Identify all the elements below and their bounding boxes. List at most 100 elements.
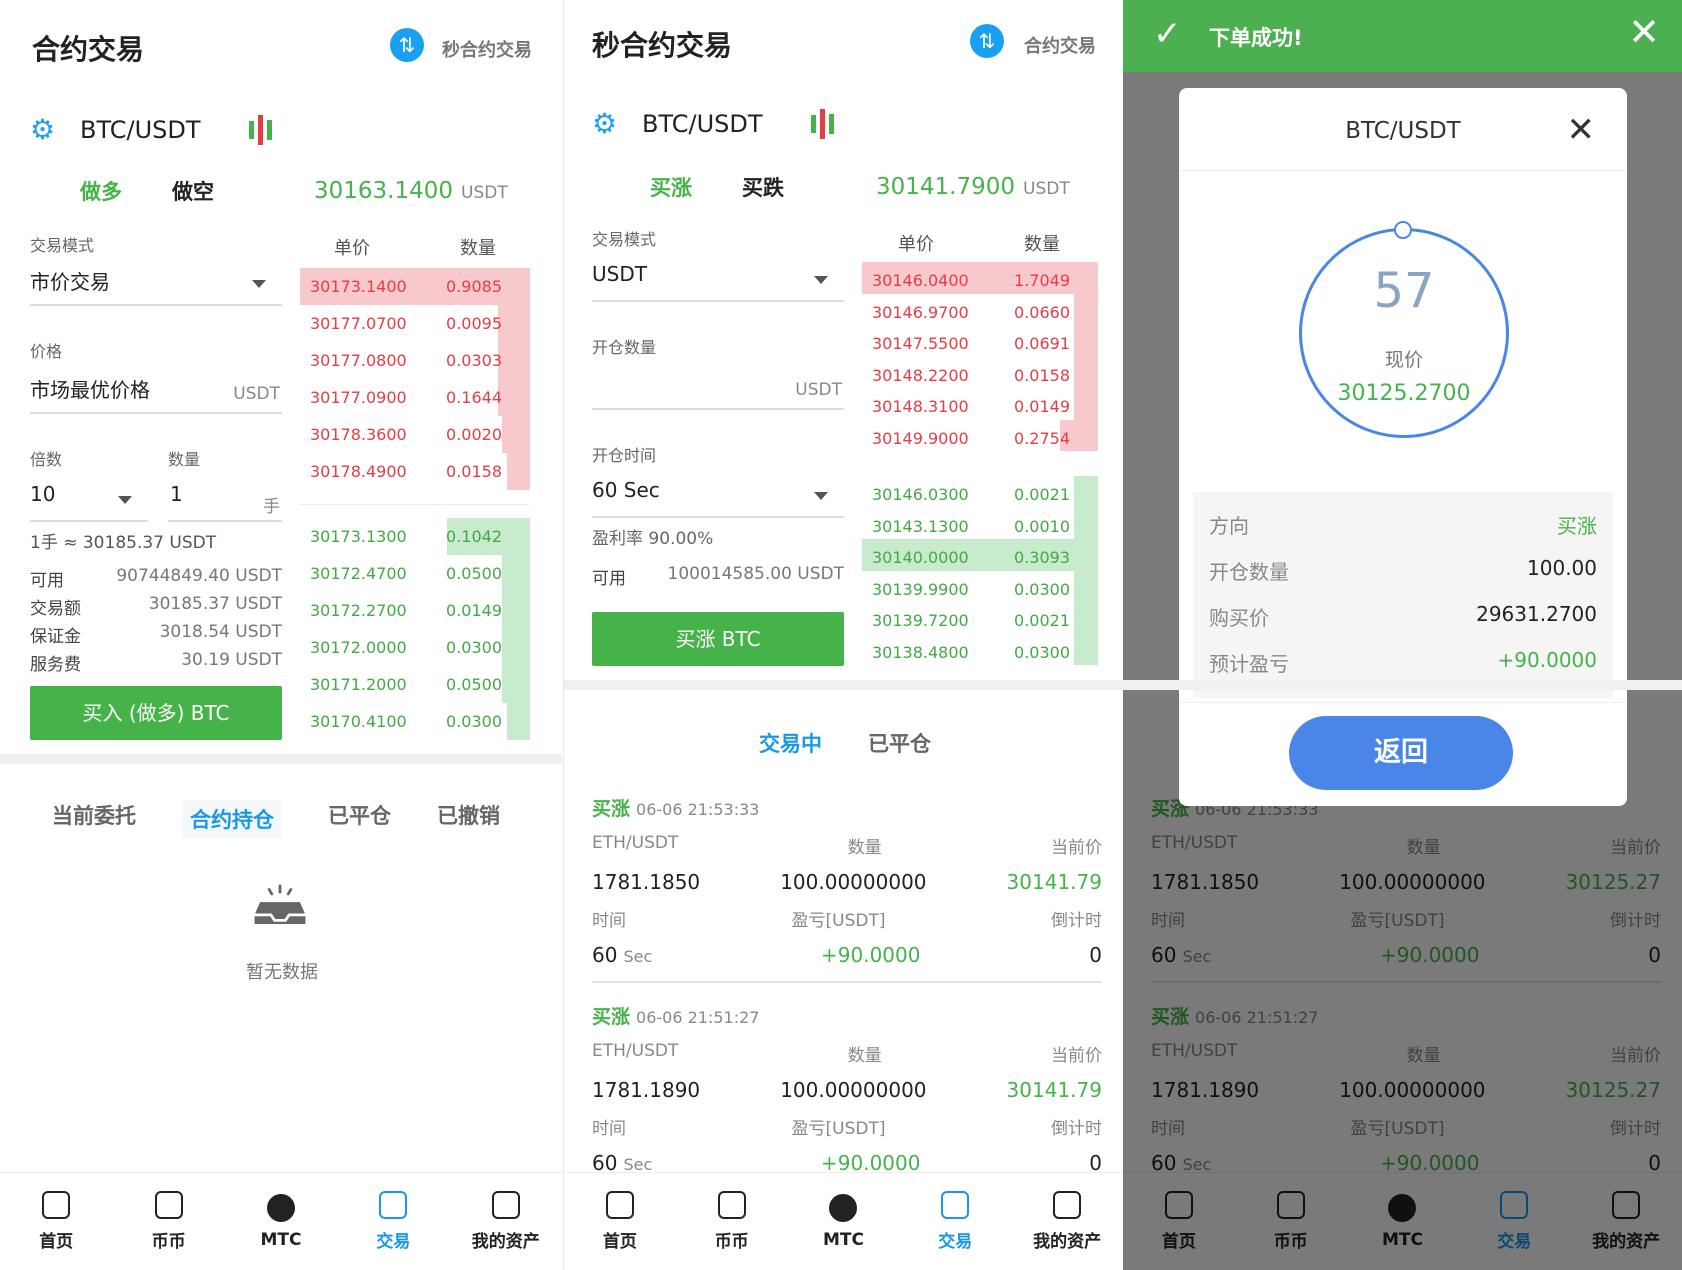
orderbook-row[interactable]: 30148.3100 0.0149 xyxy=(862,388,1098,420)
current-price: 30163.1400 USDT xyxy=(314,178,508,204)
orderbook-row[interactable]: 30170.4100 0.0300 xyxy=(300,703,530,740)
open-qty-unit: USDT xyxy=(795,380,842,400)
second-contract-screen: 秒合约交易 ⇅ 合约交易 ⚙ BTC/USDT 买涨 买跌 30141.7900… xyxy=(563,0,1123,1270)
tab-buy-down[interactable]: 买跌 xyxy=(742,172,784,202)
orderbook-row[interactable]: 30177.0800 0.0303 xyxy=(300,342,530,379)
order-price: 30143.1300 xyxy=(872,516,969,536)
swap-icon[interactable]: ⇅ xyxy=(390,28,424,62)
buy-up-button[interactable]: 买涨 BTC xyxy=(592,612,844,666)
orderbook-row[interactable]: 30139.9900 0.0300 xyxy=(862,570,1098,602)
pair-selector[interactable]: ⚙ BTC/USDT xyxy=(30,110,272,150)
order-header: 买涨 06-06 21:51:27 xyxy=(592,1002,1102,1029)
order-qty: 100.00000000 xyxy=(780,870,927,894)
price-value: 30163.1400 xyxy=(314,178,454,204)
mode-select[interactable]: 市价交易 xyxy=(30,266,282,306)
price-field[interactable]: 市场最优价格 USDT xyxy=(30,374,282,414)
gear-icon[interactable]: ⚙ xyxy=(592,109,622,139)
pair-name: BTC/USDT xyxy=(642,110,763,138)
nav-trade-label: 交易 xyxy=(938,1232,973,1252)
nav-home[interactable]: 首页 xyxy=(570,1191,670,1252)
order-card[interactable]: 买涨 06-06 21:53:33 ETH/USDT 数量 当前价 1781.1850 10… xyxy=(592,794,1102,983)
orderbook-row[interactable]: 30177.0700 0.0095 xyxy=(300,305,530,342)
orderbook-row[interactable]: 30172.2700 0.0149 xyxy=(300,592,530,629)
swap-icon[interactable]: ⇅ xyxy=(970,24,1004,58)
quantity-label: 数量 xyxy=(168,450,201,469)
tab-buy-up[interactable]: 买涨 xyxy=(650,172,692,202)
orderbook-row[interactable]: 30172.0000 0.0300 xyxy=(300,629,530,666)
depth-bar xyxy=(1074,388,1098,420)
orderbook-row[interactable]: 30143.1300 0.0010 xyxy=(862,507,1098,539)
orderbook-row[interactable]: 30173.1400 0.9085 xyxy=(300,268,530,305)
tab-short[interactable]: 做空 xyxy=(172,176,214,206)
open-qty-field[interactable]: USDT xyxy=(592,370,844,410)
orderbook-row[interactable]: 30146.0400 1.7049 xyxy=(862,262,1098,294)
order-price: 30172.4700 xyxy=(310,564,407,583)
tab-1[interactable]: 已平仓 xyxy=(868,728,931,758)
header: 秒合约交易 ⇅ 合约交易 xyxy=(564,0,1123,90)
nav-coin[interactable]: 币币 xyxy=(119,1191,219,1252)
orderbook-row[interactable]: 30171.2000 0.0500 xyxy=(300,666,530,703)
orderbook-row[interactable]: 30147.5500 0.0691 xyxy=(862,325,1098,357)
nav-home-label: 首页 xyxy=(602,1232,637,1252)
orderbook-row[interactable]: 30173.1300 0.1042 xyxy=(300,518,530,555)
order-qty: 0.3093 xyxy=(1014,548,1070,567)
orderbook-row[interactable]: 30172.4700 0.0500 xyxy=(300,555,530,592)
pl-header: 盈亏[USDT] xyxy=(791,1119,886,1139)
order-qty: 0.0158 xyxy=(1014,365,1070,385)
orderbook-row[interactable]: 30178.4900 0.0158 xyxy=(300,453,530,490)
open-time-select[interactable]: 60 Sec xyxy=(592,478,844,518)
close-icon[interactable]: ✕ xyxy=(1628,10,1660,54)
gear-icon[interactable]: ⚙ xyxy=(30,115,60,145)
order-price: 30177.0700 xyxy=(310,314,407,333)
quantity-field[interactable]: 1手 xyxy=(168,482,282,522)
tab-0[interactable]: 交易中 xyxy=(759,728,822,758)
orderbook-row[interactable]: 30146.0300 0.0021 xyxy=(862,476,1098,508)
tab-long[interactable]: 做多 xyxy=(80,176,122,206)
orderbook-row[interactable]: 30139.7200 0.0021 xyxy=(862,602,1098,634)
buy-long-button[interactable]: 买入 (做多) BTC xyxy=(30,686,282,740)
tab-1[interactable]: 合约持仓 xyxy=(182,800,282,838)
wallet-icon xyxy=(1053,1191,1082,1219)
tab-2[interactable]: 已平仓 xyxy=(328,800,391,838)
orderbook-row[interactable]: 30148.2200 0.0158 xyxy=(862,356,1098,388)
orderbook-row[interactable]: 30149.9000 0.2754 xyxy=(862,419,1098,451)
nav-mtc[interactable]: MTC xyxy=(793,1193,893,1250)
pair-selector[interactable]: ⚙ BTC/USDT xyxy=(592,104,834,144)
tab-3[interactable]: 已撤销 xyxy=(437,800,500,838)
toast-text: 下单成功! xyxy=(1209,26,1303,50)
price-label: 价格 xyxy=(30,342,63,361)
orderbook-row[interactable]: 30140.0000 0.3093 xyxy=(862,539,1098,571)
nav-assets[interactable]: 我的资产 xyxy=(1017,1191,1117,1252)
nav-assets[interactable]: 我的资产 xyxy=(456,1191,556,1252)
orderbook-row[interactable]: 30138.4800 0.0300 xyxy=(862,633,1098,665)
back-button[interactable]: 返回 xyxy=(1289,716,1513,790)
mode-select[interactable]: USDT xyxy=(592,262,844,302)
nav-trade[interactable]: 交易 xyxy=(905,1191,1005,1252)
tab-0[interactable]: 当前委托 xyxy=(52,800,136,838)
nav-mtc[interactable]: MTC xyxy=(231,1193,331,1250)
kline-icon[interactable] xyxy=(810,109,834,139)
close-icon[interactable]: ✕ xyxy=(1567,110,1596,150)
summary-label: 保证金 xyxy=(30,627,81,647)
section-divider xyxy=(564,680,1123,690)
wallet-icon xyxy=(491,1191,520,1219)
multiplier-select[interactable]: 10 xyxy=(30,482,148,522)
order-qty: 0.0300 xyxy=(1014,579,1070,599)
orderbook-row[interactable]: 30178.3600 0.0020 xyxy=(300,416,530,453)
order-qty: 0.0095 xyxy=(446,314,502,333)
nav-trade[interactable]: 交易 xyxy=(343,1191,443,1252)
buy-orderbook: 30146.0300 0.0021 30143.1300 0.0010 30140.00… xyxy=(862,476,1098,665)
contract-link[interactable]: 合约交易 xyxy=(1024,32,1096,58)
orderbook-row[interactable]: 30146.9700 0.0660 xyxy=(862,293,1098,325)
order-qty: 0.0149 xyxy=(1014,397,1070,416)
order-price: 30177.0900 xyxy=(310,388,407,407)
nav-coin[interactable]: 币币 xyxy=(682,1191,782,1252)
kline-icon[interactable] xyxy=(248,115,272,145)
nav-home[interactable]: 首页 xyxy=(6,1191,106,1252)
order-labels: ETH/USDT 数量 当前价 xyxy=(592,833,1102,858)
orderbook-row[interactable]: 30177.0900 0.1644 xyxy=(300,379,530,416)
nav-mtc-label: MTC xyxy=(260,1229,302,1250)
second-contract-link[interactable]: 秒合约交易 xyxy=(442,36,532,62)
order-qty: 0.0691 xyxy=(1014,334,1070,353)
order-card[interactable]: 买涨 06-06 21:51:27 ETH/USDT 数量 当前价 1781.1890 10… xyxy=(592,1002,1102,1191)
